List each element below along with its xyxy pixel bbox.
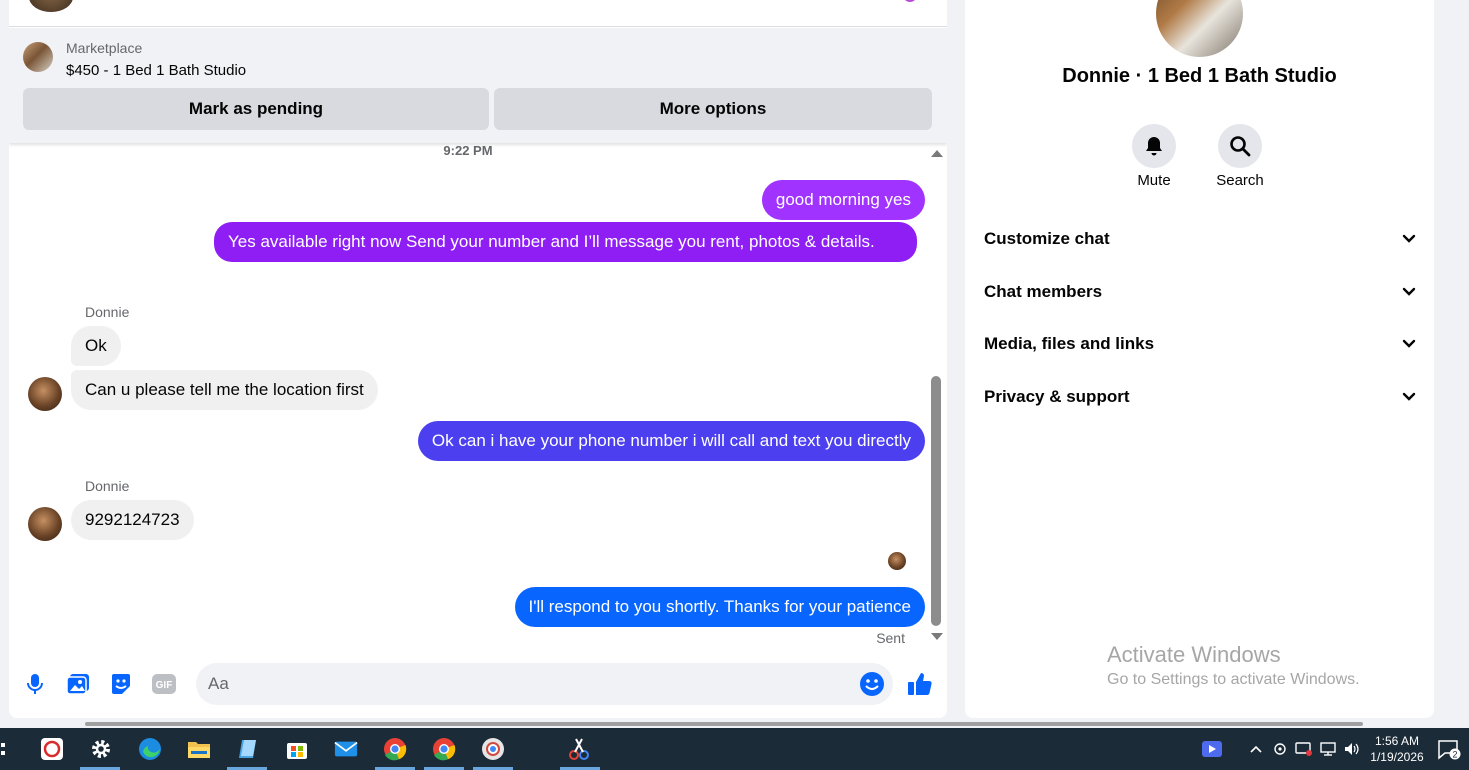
scroll-up-arrow-icon[interactable] — [931, 150, 943, 157]
message-status: Sent — [876, 630, 905, 646]
search-label: Search — [1216, 172, 1264, 189]
file-explorer-icon[interactable] — [187, 737, 211, 761]
chat-header-strip — [9, 0, 947, 27]
section-label: Media, files and links — [984, 334, 1155, 353]
message-list: 9:22 PM good morning yes Yes available r… — [9, 143, 947, 653]
message-scrollbar[interactable] — [927, 143, 947, 653]
message-bubble-incoming[interactable]: 9292124723 — [71, 500, 194, 540]
mail-icon[interactable] — [334, 737, 358, 761]
gear-icon[interactable] — [89, 737, 113, 761]
search-icon — [1230, 136, 1251, 157]
section-media-files-links[interactable]: Media, files and links — [984, 329, 1416, 359]
chrome-profile-icon[interactable] — [432, 737, 456, 761]
chevron-up-icon[interactable] — [1244, 737, 1268, 761]
header-avatar[interactable] — [29, 0, 73, 12]
section-chat-members[interactable]: Chat members — [984, 277, 1416, 307]
search-button[interactable] — [1218, 124, 1262, 168]
snipping-tool-icon[interactable] — [567, 737, 591, 761]
notes-app-icon[interactable] — [236, 737, 260, 761]
sticker-icon[interactable] — [107, 670, 135, 698]
header-status-icon — [903, 0, 917, 2]
message-bubble-incoming[interactable]: Can u please tell me the location first — [71, 370, 378, 410]
taskbar-clock[interactable]: 1:56 AM 1/19/2026 — [1362, 733, 1432, 765]
chevron-down-icon — [1402, 392, 1416, 401]
message-bubble-outgoing[interactable]: I'll respond to you shortly. Thanks for … — [514, 587, 925, 627]
activate-windows-title: Activate Windows — [1107, 642, 1281, 667]
clock-time: 1:56 AM — [1374, 734, 1420, 748]
sender-name: Donnie — [85, 304, 130, 320]
conversation-name: Donnie · 1 Bed 1 Bath Studio — [1062, 65, 1337, 87]
section-label: Chat members — [984, 282, 1103, 301]
thumbs-up-icon[interactable] — [906, 670, 934, 698]
sender-avatar[interactable] — [28, 377, 62, 411]
scrollbar-thumb[interactable] — [931, 376, 941, 626]
message-bubble-outgoing[interactable]: good morning yes — [761, 180, 925, 220]
microphone-icon[interactable] — [21, 670, 49, 698]
bell-icon — [1146, 137, 1162, 156]
windows-taskbar: 1:56 AM 1/19/2026 2 — [0, 728, 1469, 770]
message-bubble-incoming[interactable]: Ok — [71, 326, 121, 366]
network-icon[interactable] — [1316, 737, 1340, 761]
message-composer: GIF — [9, 653, 947, 718]
image-icon[interactable] — [64, 670, 92, 698]
chevron-down-icon — [1402, 287, 1416, 296]
section-label: Customize chat — [984, 229, 1110, 248]
chrome-browser-icon[interactable] — [383, 737, 407, 761]
section-privacy-support[interactable]: Privacy & support — [984, 382, 1416, 412]
conversation-info-panel: Donnie · 1 Bed 1 Bath Studio Mute Search… — [965, 0, 1434, 718]
sender-name: Donnie — [85, 478, 130, 494]
message-bubble-outgoing[interactable]: Ok can i have your phone number i will c… — [417, 421, 925, 461]
horizontal-scrollbar[interactable] — [85, 722, 1363, 726]
marketplace-label: Marketplace — [66, 40, 143, 56]
sender-avatar[interactable] — [28, 507, 62, 541]
scroll-down-arrow-icon[interactable] — [931, 633, 943, 640]
svg-text:GIF: GIF — [156, 680, 173, 691]
activate-windows-subtitle: Go to Settings to activate Windows. — [1107, 671, 1360, 688]
app-icon[interactable] — [40, 737, 64, 761]
mute-label: Mute — [1137, 172, 1171, 189]
emoji-icon[interactable] — [858, 670, 886, 698]
meet-now-icon[interactable] — [1200, 737, 1224, 761]
chrome-profile-icon[interactable] — [481, 737, 505, 761]
listing-thumbnail[interactable] — [23, 42, 53, 72]
conversation-avatar[interactable] — [1156, 0, 1243, 57]
marketplace-banner: Marketplace $450 - 1 Bed 1 Bath Studio M… — [9, 28, 947, 143]
section-customize-chat[interactable]: Customize chat — [984, 224, 1416, 254]
section-label: Privacy & support — [984, 387, 1130, 406]
chevron-down-icon — [1402, 234, 1416, 243]
system-tray-icon[interactable] — [1268, 737, 1292, 761]
message-bubble-outgoing[interactable]: Yes available right now Send your number… — [214, 222, 917, 262]
network-warning-icon[interactable] — [1292, 737, 1316, 761]
task-view-icon[interactable] — [0, 737, 8, 761]
volume-icon[interactable] — [1340, 737, 1364, 761]
chevron-down-icon — [1402, 339, 1416, 348]
listing-title[interactable]: $450 - 1 Bed 1 Bath Studio — [66, 62, 246, 79]
chat-panel: Marketplace $450 - 1 Bed 1 Bath Studio M… — [9, 0, 947, 718]
message-timestamp: 9:22 PM — [443, 143, 493, 158]
gif-icon[interactable]: GIF — [150, 670, 178, 698]
notification-count: 2 — [1452, 750, 1457, 760]
clock-date: 1/19/2026 — [1370, 750, 1424, 764]
mute-button[interactable] — [1132, 124, 1176, 168]
edge-browser-icon[interactable] — [138, 737, 162, 761]
read-receipt-avatar — [888, 552, 906, 570]
mark-as-pending-button[interactable]: Mark as pending — [23, 88, 489, 130]
message-input[interactable] — [196, 663, 893, 705]
microsoft-store-icon[interactable] — [285, 737, 309, 761]
notification-center-icon[interactable]: 2 — [1437, 737, 1461, 761]
more-options-button[interactable]: More options — [494, 88, 932, 130]
